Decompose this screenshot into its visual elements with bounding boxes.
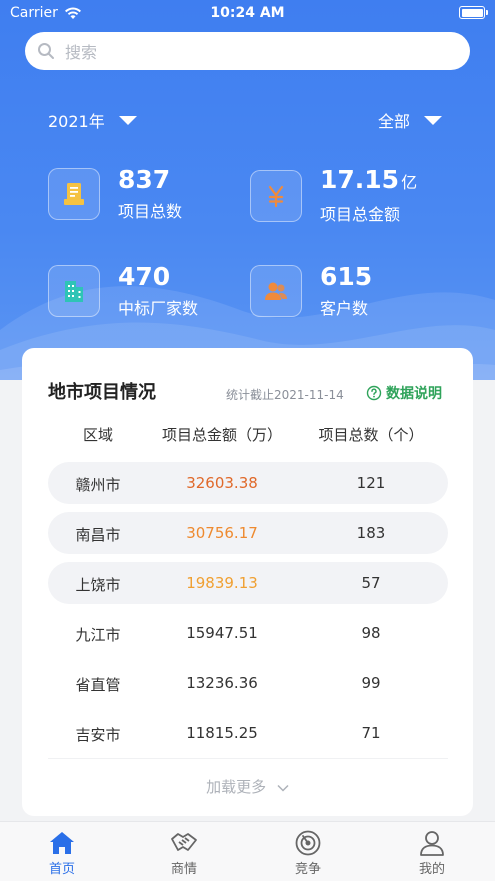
target-icon (268, 828, 348, 858)
table-row[interactable]: 南昌市 30756.17 183 (48, 512, 448, 554)
row-region: 上饶市 (75, 576, 121, 594)
row-amount: 19839.13 (186, 574, 258, 592)
tab-mine[interactable]: 我的 (392, 828, 472, 877)
row-count: 99 (361, 674, 381, 692)
table-header: 区域 项目总金额（万） 项目总数（个） (48, 424, 448, 446)
clock: 10:24 AM (210, 5, 285, 21)
table-row[interactable]: 省直管 13236.36 99 (48, 662, 448, 704)
stat-value: 837 (118, 165, 171, 194)
chevron-down-icon (277, 784, 289, 792)
search-bar[interactable]: 搜索 (25, 32, 470, 70)
stat-winning-vendors[interactable]: 470 中标厂家数 (48, 263, 198, 319)
stat-customers[interactable]: 615 客户数 (250, 263, 372, 319)
stat-value: 470 (118, 262, 171, 291)
document-icon (48, 168, 100, 220)
stat-date: 统计截止2021-11-14 (226, 388, 344, 402)
column-header-region: 区域 (82, 426, 113, 444)
row-amount: 30756.17 (186, 524, 258, 542)
row-region: 吉安市 (75, 726, 121, 744)
stat-total-amount[interactable]: 17.15 亿 项目总金额 (250, 166, 417, 225)
row-count: 57 (361, 574, 381, 592)
row-amount: 11815.25 (186, 724, 258, 742)
row-count: 121 (356, 474, 386, 492)
tab-home[interactable]: 首页 (22, 828, 102, 877)
row-region: 南昌市 (75, 526, 121, 544)
tab-bar: 首页 商情 竞争 我的 (0, 821, 495, 881)
tab-label: 我的 (418, 862, 445, 877)
tab-label: 首页 (48, 862, 75, 877)
stat-label: 项目总数 (118, 202, 183, 221)
home-icon (22, 828, 102, 858)
load-more-button[interactable]: 加载更多 (22, 776, 473, 797)
column-header-count: 项目总数（个） (318, 426, 424, 444)
users-icon (250, 265, 302, 317)
row-amount: 15947.51 (186, 624, 258, 642)
stat-label: 项目总金额 (320, 205, 401, 224)
stat-label: 客户数 (320, 299, 369, 318)
caret-down-icon (424, 115, 443, 125)
stat-label: 中标厂家数 (118, 299, 199, 318)
city-projects-card: 地市项目情况 统计截止2021-11-14 数据说明 区域 项目总金额（万） 项… (22, 348, 473, 816)
data-help-link[interactable]: 数据说明 (366, 383, 442, 403)
stat-value: 615 (320, 262, 373, 291)
building-icon (48, 265, 100, 317)
yuan-icon (250, 169, 302, 222)
scope-filter-label: 全部 (378, 112, 411, 131)
data-help-label: 数据说明 (386, 386, 442, 402)
tab-label: 竞争 (294, 862, 321, 877)
tab-label: 商情 (170, 862, 197, 877)
scope-filter[interactable]: 全部 (378, 108, 443, 132)
row-region: 赣州市 (75, 476, 121, 494)
row-count: 71 (361, 724, 381, 742)
row-amount: 13236.36 (186, 674, 258, 692)
table-row[interactable]: 吉安市 11815.25 71 (48, 712, 448, 754)
tab-competition[interactable]: 竞争 (268, 828, 348, 877)
row-count: 98 (361, 624, 381, 642)
row-amount: 32603.38 (186, 474, 258, 492)
handshake-icon (144, 828, 224, 858)
tab-business[interactable]: 商情 (144, 828, 224, 877)
year-filter-label: 2021年 (48, 112, 105, 131)
divider (48, 758, 448, 759)
table-row[interactable]: 赣州市 32603.38 121 (48, 462, 448, 504)
row-region: 九江市 (75, 626, 121, 644)
table-row[interactable]: 九江市 15947.51 98 (48, 612, 448, 654)
row-count: 183 (356, 524, 386, 542)
card-title: 地市项目情况 (48, 382, 156, 403)
search-input[interactable]: 搜索 (65, 39, 97, 63)
battery-icon (459, 6, 488, 19)
stat-value: 17.15 (320, 165, 400, 194)
row-region: 省直管 (75, 676, 121, 694)
question-circle-icon (366, 385, 382, 401)
caret-down-icon (118, 115, 137, 125)
status-bar: Carrier 10:24 AM (0, 0, 495, 26)
table-row[interactable]: 上饶市 19839.13 57 (48, 562, 448, 604)
stat-total-projects[interactable]: 837 项目总数 (48, 166, 182, 222)
person-icon (392, 828, 472, 858)
load-more-label: 加载更多 (206, 778, 267, 796)
column-header-amount: 项目总金额（万） (161, 426, 282, 444)
stat-unit: 亿 (401, 173, 418, 192)
year-filter[interactable]: 2021年 (48, 108, 137, 132)
search-icon (38, 43, 54, 59)
